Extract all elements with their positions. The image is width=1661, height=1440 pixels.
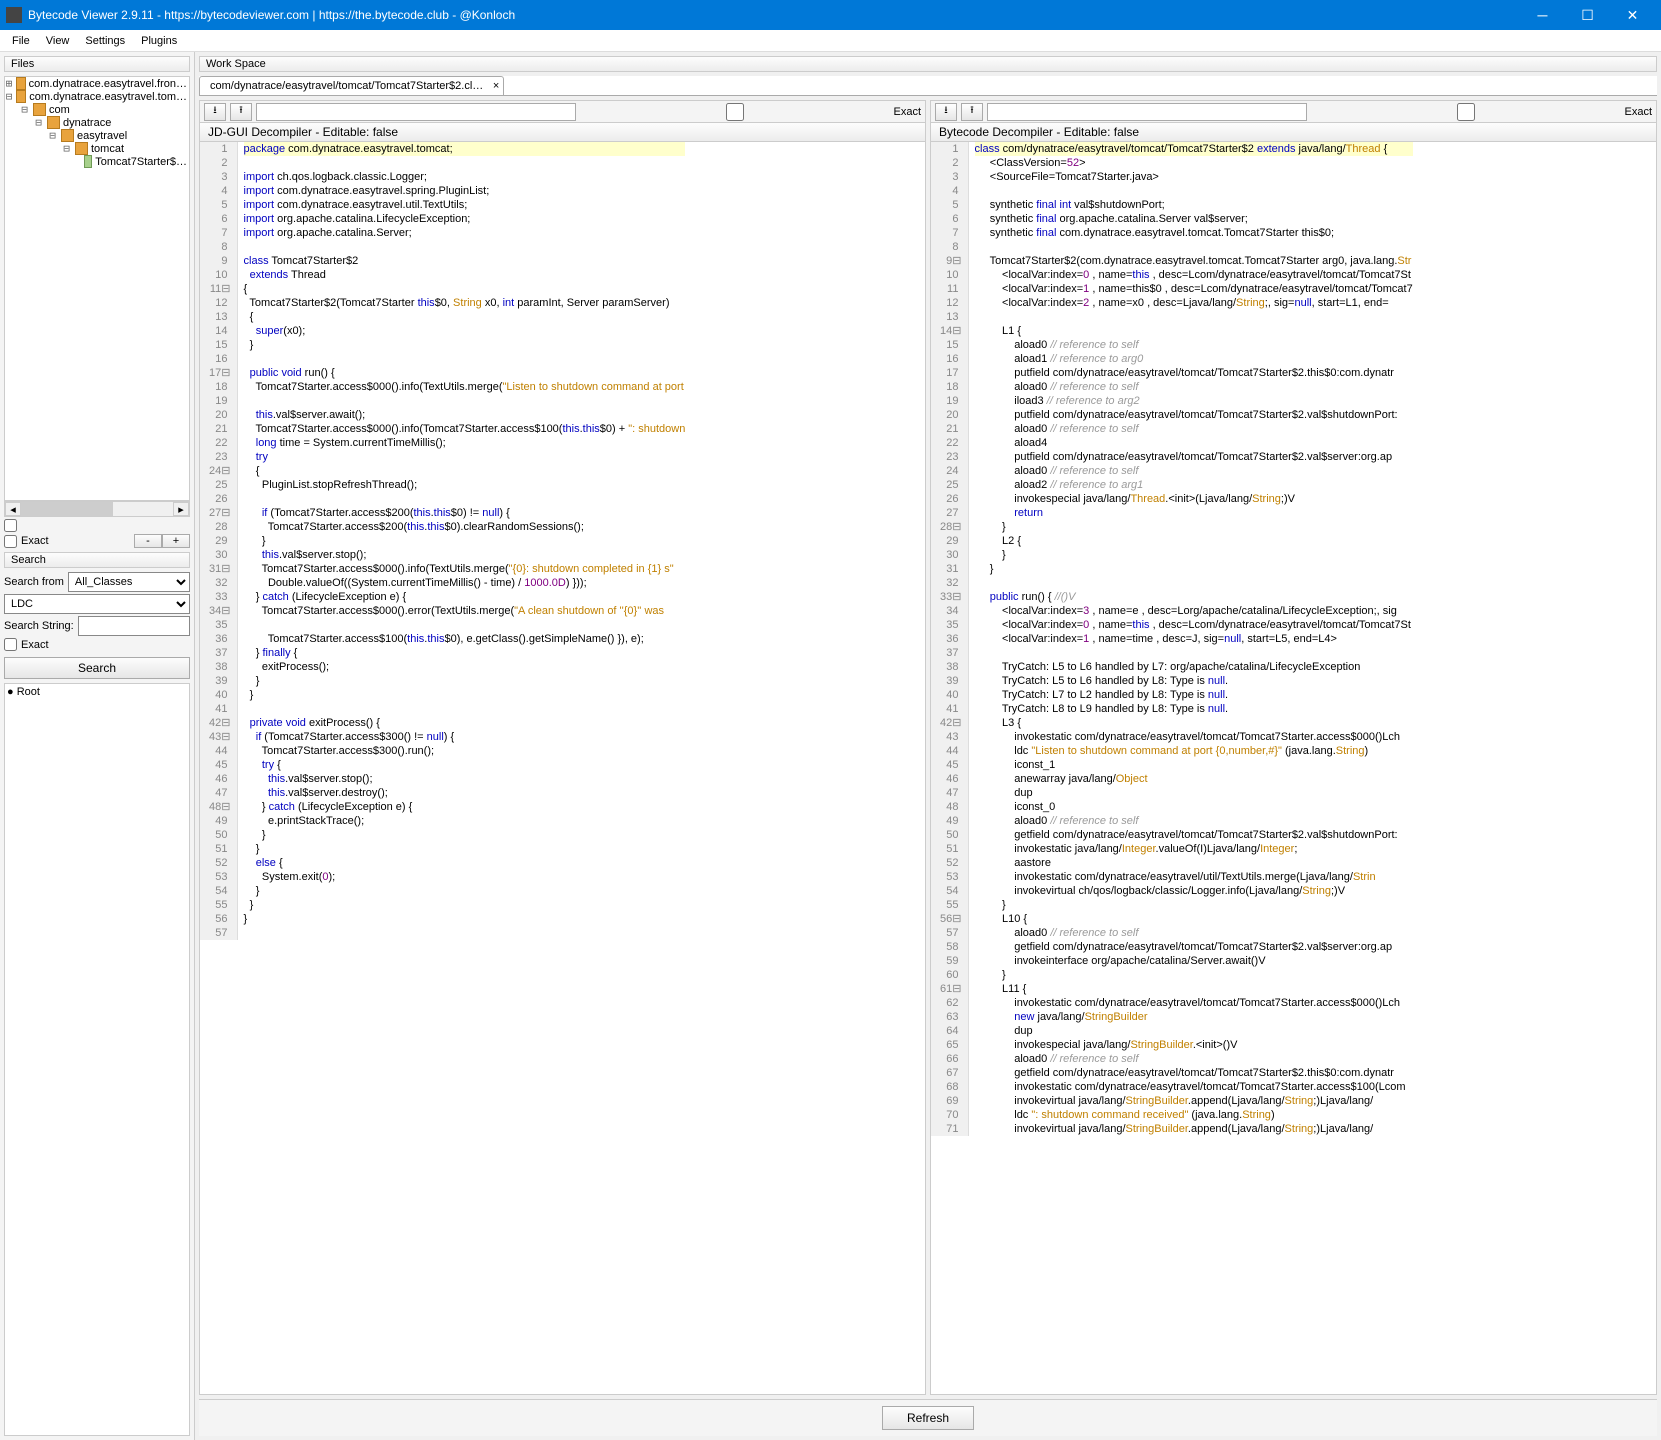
window-title: Bytecode Viewer 2.9.11 - https://bytecod… <box>28 8 1520 22</box>
maximize-button[interactable]: ☐ <box>1565 0 1610 30</box>
tree-node[interactable]: Tomcat7Starter$… <box>5 155 189 168</box>
exact-label: Exact <box>21 535 49 547</box>
scroll-right-icon[interactable]: ▸ <box>173 502 189 516</box>
files-label: Files <box>4 56 190 72</box>
tree-node[interactable]: ⊟dynatrace <box>5 116 189 129</box>
tab-label: com/dynatrace/easytravel/tomcat/Tomcat7S… <box>210 80 483 92</box>
minimize-button[interactable]: ─ <box>1520 0 1565 30</box>
menu-file[interactable]: File <box>4 33 38 49</box>
tree-node[interactable]: ⊟com <box>5 103 189 116</box>
close-button[interactable]: ✕ <box>1610 0 1655 30</box>
search-exact-label: Exact <box>21 639 49 651</box>
search-results[interactable]: Root <box>4 683 190 1436</box>
right-search-input[interactable] <box>987 103 1307 121</box>
search-string-label: Search String: <box>4 620 74 632</box>
scroll-thumb[interactable] <box>21 502 113 516</box>
exact-checkbox[interactable] <box>4 535 17 548</box>
left-exact-checkbox[interactable] <box>580 103 890 121</box>
scroll-left-icon[interactable]: ◂ <box>5 502 21 516</box>
tab-bar: com/dynatrace/easytravel/tomcat/Tomcat7S… <box>199 76 1657 96</box>
menu-plugins[interactable]: Plugins <box>133 33 185 49</box>
tab-close-icon[interactable]: × <box>493 80 499 92</box>
minus-button[interactable]: - <box>134 534 162 548</box>
tree-checkbox[interactable] <box>4 519 17 532</box>
refresh-button[interactable]: Refresh <box>882 1406 974 1430</box>
search-label: Search <box>4 552 190 568</box>
left-code-scroll[interactable]: 1 2 3 4 5 6 7 8 9 10 11⊟ 12 13 14 15 16 … <box>200 142 925 1394</box>
menu-view[interactable]: View <box>38 33 78 49</box>
workspace-tab[interactable]: com/dynatrace/easytravel/tomcat/Tomcat7S… <box>199 76 504 95</box>
left-pane: ⭳ ⭱ Exact JD-GUI Decompiler - Editable: … <box>199 100 926 1395</box>
right-exact-label: Exact <box>1625 106 1653 118</box>
search-from-label: Search from <box>4 576 64 588</box>
search-type-select[interactable]: LDC <box>4 594 190 614</box>
footer: Refresh <box>199 1399 1657 1436</box>
right-pane-title: Bytecode Decompiler - Editable: false <box>931 123 1656 142</box>
tree-node[interactable]: ⊟easytravel <box>5 129 189 142</box>
titlebar[interactable]: Bytecode Viewer 2.9.11 - https://bytecod… <box>0 0 1661 30</box>
result-item[interactable]: Root <box>7 686 187 698</box>
download-icon[interactable]: ⭳ <box>935 103 957 121</box>
plus-button[interactable]: + <box>162 534 190 548</box>
tree-node[interactable]: ⊞com.dynatrace.easytravel.fron… <box>5 77 189 90</box>
search-button[interactable]: Search <box>4 657 190 679</box>
file-tree[interactable]: ⊞com.dynatrace.easytravel.fron…⊟com.dyna… <box>4 76 190 501</box>
search-from-select[interactable]: All_Classes <box>68 572 190 592</box>
left-pane-title: JD-GUI Decompiler - Editable: false <box>200 123 925 142</box>
download-icon[interactable]: ⭳ <box>204 103 226 121</box>
search-exact-checkbox[interactable] <box>4 638 17 651</box>
left-exact-label: Exact <box>894 106 922 118</box>
right-exact-checkbox[interactable] <box>1311 103 1621 121</box>
upload-icon[interactable]: ⭱ <box>230 103 252 121</box>
upload-icon[interactable]: ⭱ <box>961 103 983 121</box>
right-pane: ⭳ ⭱ Exact Bytecode Decompiler - Editable… <box>930 100 1657 1395</box>
left-search-input[interactable] <box>256 103 576 121</box>
right-code-scroll[interactable]: 1 2 3 4 5 6 7 8 9⊟ 10 11 12 13 14⊟ 15 16… <box>931 142 1656 1394</box>
tree-node[interactable]: ⊟tomcat <box>5 142 189 155</box>
menu-settings[interactable]: Settings <box>77 33 133 49</box>
app-icon <box>6 7 22 23</box>
tree-node[interactable]: ⊟com.dynatrace.easytravel.tom… <box>5 90 189 103</box>
tree-hscroll[interactable]: ◂ ▸ <box>4 501 190 517</box>
workspace-label: Work Space <box>199 56 1657 72</box>
search-string-input[interactable] <box>78 616 190 636</box>
menubar: File View Settings Plugins <box>0 30 1661 52</box>
